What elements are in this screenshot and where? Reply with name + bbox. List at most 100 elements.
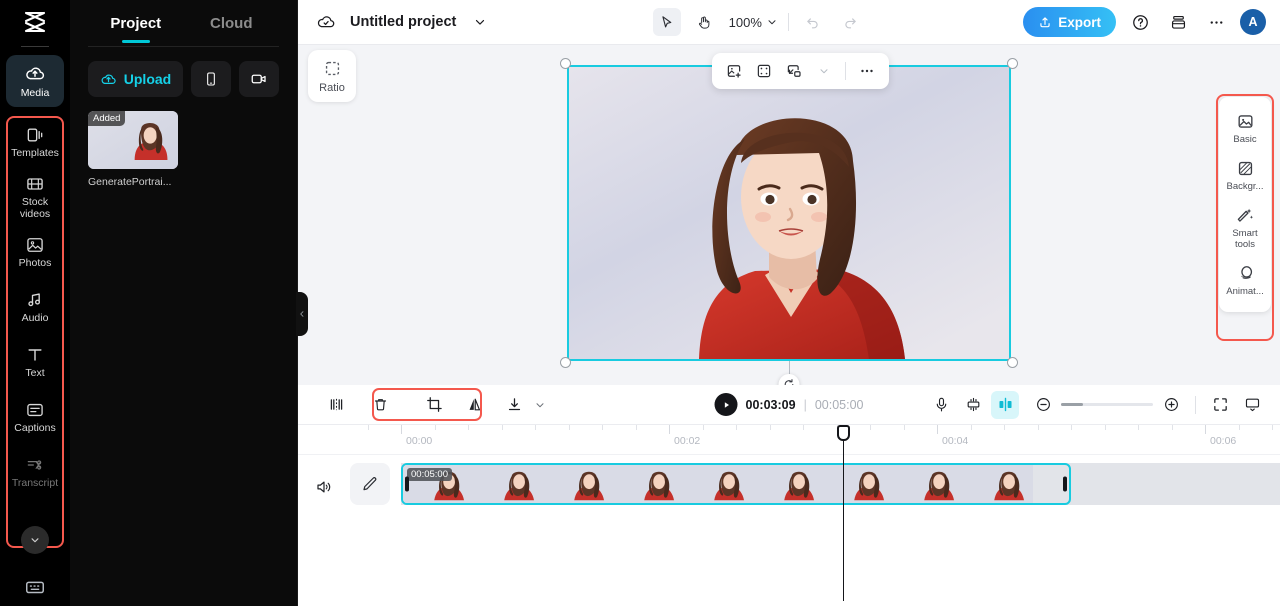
right-tool-dock: Basic Backgr... Smart tools xyxy=(1219,97,1271,312)
tab-cloud[interactable]: Cloud xyxy=(184,0,280,46)
dock-item-animation[interactable]: Animat... xyxy=(1219,257,1271,304)
ratio-button[interactable]: Ratio xyxy=(308,50,356,102)
upload-cloud-icon xyxy=(100,71,117,88)
canvas-selection[interactable] xyxy=(567,65,1011,361)
mirror-flip-button[interactable] xyxy=(460,391,488,419)
timeline[interactable]: 00:0000:0200:0400:06 00:05:00 xyxy=(298,425,1280,606)
auto-adjust-button[interactable] xyxy=(959,391,987,419)
media-thumbnail[interactable]: Added xyxy=(88,111,178,169)
more-options-button[interactable] xyxy=(1202,8,1230,36)
sidebar-item-templates[interactable]: Templates xyxy=(6,116,64,168)
playhead[interactable] xyxy=(843,425,844,601)
download-options-chevron-down-icon[interactable] xyxy=(532,391,548,419)
zoom-in-button[interactable] xyxy=(1157,391,1185,419)
top-bar: Untitled project 100% xyxy=(298,0,1280,45)
clip-trim-handle-left[interactable] xyxy=(405,477,409,492)
tab-project[interactable]: Project xyxy=(88,0,184,46)
sidebar-item-media[interactable]: Media xyxy=(6,55,64,107)
import-from-phone-button[interactable] xyxy=(191,61,231,97)
panel-collapse-button[interactable] xyxy=(296,292,308,336)
hand-tool-button[interactable] xyxy=(691,8,719,36)
topbar-divider xyxy=(788,13,789,31)
resize-handle-bottom-right[interactable] xyxy=(1007,357,1018,368)
ruler-tick-minor xyxy=(803,425,804,430)
timeline-ruler[interactable]: 00:0000:0200:0400:06 xyxy=(298,425,1280,455)
ruler-tick-major xyxy=(1205,425,1206,434)
capcut-logo-icon[interactable] xyxy=(0,0,70,44)
dock-item-smart-tools[interactable]: Smart tools xyxy=(1219,199,1271,257)
download-button[interactable] xyxy=(500,391,528,419)
timeline-zoom-slider[interactable] xyxy=(1061,403,1153,406)
export-button[interactable]: Export xyxy=(1023,7,1116,37)
dock-item-background[interactable]: Backgr... xyxy=(1219,152,1271,199)
add-image-icon[interactable] xyxy=(721,58,747,84)
avatar-initial: A xyxy=(1249,15,1258,29)
upload-label: Upload xyxy=(124,71,171,87)
help-circle-icon xyxy=(1131,13,1150,32)
ruler-tick-minor xyxy=(1105,425,1106,430)
media-item[interactable]: Added xyxy=(88,111,178,188)
timeline-clip[interactable]: 00:05:00 xyxy=(401,463,1071,505)
upload-button[interactable]: Upload xyxy=(88,61,183,97)
split-view-button[interactable] xyxy=(991,391,1019,419)
fullscreen-button[interactable] xyxy=(1206,391,1234,419)
sidebar-item-photos[interactable]: Photos xyxy=(6,226,64,278)
sidebar-expand-button[interactable] xyxy=(21,526,49,554)
cloud-saved-icon[interactable] xyxy=(312,8,340,36)
ruler-tick-minor xyxy=(904,425,905,430)
keyboard-shortcuts-button[interactable] xyxy=(0,576,70,598)
split-clip-button[interactable] xyxy=(322,391,350,419)
clip-thumbnail-frame xyxy=(823,465,893,503)
zoom-out-button[interactable] xyxy=(1029,391,1057,419)
preview-monitor-icon xyxy=(1244,396,1261,413)
ruler-tick-minor xyxy=(502,425,503,430)
sidebar-item-text[interactable]: Text xyxy=(6,336,64,388)
text-t-icon xyxy=(25,345,45,365)
replace-media-icon[interactable] xyxy=(781,58,807,84)
microphone-icon xyxy=(933,396,950,413)
delete-clip-button[interactable] xyxy=(366,391,394,419)
select-tool-button[interactable] xyxy=(653,8,681,36)
undo-button[interactable] xyxy=(799,8,827,36)
record-camera-button[interactable] xyxy=(239,61,279,97)
sidebar-item-transcript[interactable]: Transcript xyxy=(6,446,64,498)
preview-monitor-button[interactable] xyxy=(1238,391,1266,419)
avatar[interactable]: A xyxy=(1240,9,1266,35)
help-button[interactable] xyxy=(1126,8,1154,36)
fit-to-frame-icon[interactable] xyxy=(751,58,777,84)
redo-button[interactable] xyxy=(837,8,865,36)
layers-panel-button[interactable] xyxy=(1164,8,1192,36)
ruler-tick-minor xyxy=(468,425,469,430)
page-title[interactable]: Untitled project xyxy=(350,14,456,30)
dock-item-basic[interactable]: Basic xyxy=(1219,105,1271,152)
canvas-image[interactable] xyxy=(567,65,1011,361)
project-title-chevron-down-icon[interactable] xyxy=(466,8,494,36)
resize-handle-top-right[interactable] xyxy=(1007,58,1018,69)
delete-trash-icon xyxy=(372,396,389,413)
chevron-down-icon[interactable] xyxy=(811,58,837,84)
layers-panel-icon xyxy=(1169,13,1188,32)
more-horizontal-icon[interactable] xyxy=(854,58,880,84)
rail-divider xyxy=(21,46,49,47)
track-edit-button[interactable] xyxy=(350,463,390,505)
clip-thumbnail-frame xyxy=(963,465,1033,503)
more-horizontal-icon xyxy=(1207,13,1226,32)
zoom-level-control[interactable]: 100% xyxy=(729,15,778,30)
playhead-handle[interactable] xyxy=(837,425,850,441)
resize-handle-top-left[interactable] xyxy=(560,58,571,69)
clip-thumbnail-frame xyxy=(543,465,613,503)
crop-button[interactable] xyxy=(420,391,448,419)
microphone-button[interactable] xyxy=(927,391,955,419)
canvas-stage: Ratio xyxy=(298,45,1280,385)
sidebar-item-stock-videos[interactable]: Stock videos xyxy=(6,171,64,223)
split-clip-icon xyxy=(328,396,345,413)
clip-trim-handle-right[interactable] xyxy=(1063,477,1067,492)
main-area: Untitled project 100% xyxy=(298,0,1280,606)
sidebar-item-audio[interactable]: Audio xyxy=(6,281,64,333)
sidebar-item-captions[interactable]: Captions xyxy=(6,391,64,443)
resize-handle-bottom-left[interactable] xyxy=(560,357,571,368)
track-volume-button[interactable] xyxy=(312,475,336,499)
ruler-tick-minor xyxy=(1239,425,1240,430)
ruler-tick-minor xyxy=(569,425,570,430)
play-button[interactable] xyxy=(715,393,738,416)
